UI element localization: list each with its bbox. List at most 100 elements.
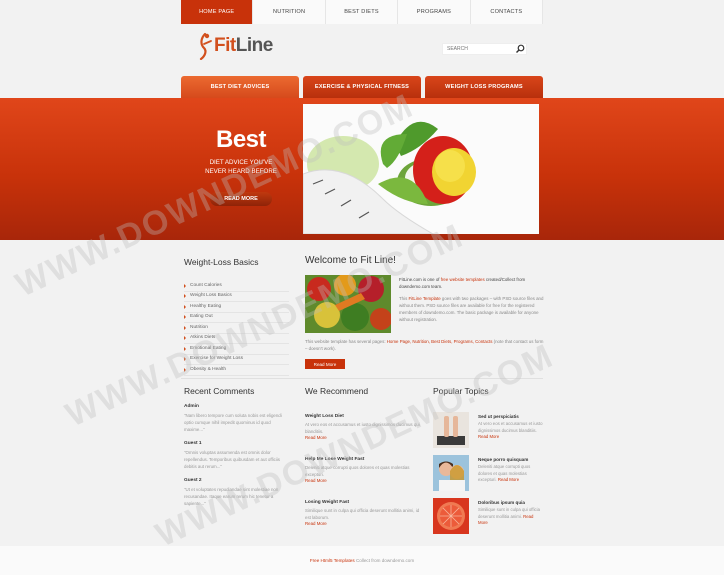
recommend-item: Weight Loss Diet At vero eos et accusamu… [305,414,420,457]
section-divider [181,378,543,379]
comment-entry: Guest 1 "Omnis voluptas assumenda est om… [184,441,284,470]
welcome-text: This website template has several pages: [305,339,387,344]
topic-info: Doloribus ipsum quia Similique sunt in c… [478,500,543,527]
recommend-heading[interactable]: Losing Weight Fast [305,500,420,505]
couple-thumbnail[interactable] [433,455,469,491]
tab-weight-loss-programs[interactable]: WEIGHT LOSS PROGRAMS [425,76,543,98]
list-item-label: Atkins Diets [190,335,216,340]
hero-line-2: NEVER HEARD BEFORE [205,168,277,175]
recommend-item: Losing Weight Fast Similique sunt in cul… [305,500,420,543]
footer-text: Collect from downdemo.com [354,558,415,563]
welcome-paragraph-1: FitLine.com is one of free website templ… [399,276,545,290]
hero-headline: Best [215,126,267,153]
hero-read-more-button[interactable]: READ MORE [210,192,272,206]
list-item[interactable]: Weight Loss Basics [184,292,289,302]
nav-best-diets[interactable]: BEST DIETS [326,0,399,24]
list-item[interactable]: Exercise for Weight Loss [184,355,289,365]
arrow-bullet-icon [184,357,186,362]
list-item-label: Exercise for Weight Loss [190,356,243,361]
scale-thumbnail[interactable] [433,412,469,448]
tab-best-diet-advices[interactable]: BEST DIET ADVICES [181,76,299,98]
comment-text: "Nam libero tempore cum soluta nobis est… [184,413,282,432]
we-recommend: We Recommend Weight Loss Diet At vero eo… [305,386,420,543]
vegetables-photo [305,275,391,333]
topic-read-more-link[interactable]: Read More [478,434,499,439]
hero-text: Best DIET ADVICE YOU'VE NEVER HEARD BEFO… [196,126,286,176]
vegetables-image [305,275,391,333]
recent-comments-title: Recent Comments [184,386,255,396]
topic-heading[interactable]: Neque porro quisquam [478,457,543,462]
hero-line-1: DIET ADVICE YOU'VE [209,159,273,166]
search-input[interactable] [443,44,511,54]
hero-image [303,104,539,234]
we-recommend-title: We Recommend [305,386,369,396]
welcome-read-more-button[interactable]: Read More [305,359,345,369]
fitline-template-link[interactable]: FitLine Template [409,296,441,301]
recommend-heading[interactable]: Help Me Lose Weight Fast [305,457,420,462]
arrow-bullet-icon [184,294,186,299]
arrow-bullet-icon [184,346,186,351]
welcome-text: This [399,296,409,301]
welcome-paragraph-3: This website template has several pages:… [305,338,545,352]
recommend-read-more-link[interactable]: Read More [305,478,420,483]
topic-item: Neque porro quisquam Deleniti atque corr… [433,455,543,498]
list-item-label: Count Calories [190,282,222,288]
topic-heading[interactable]: Doloribus ipsum quia [478,500,543,505]
comment-author: Guest 1 [184,441,202,446]
nav-nutrition[interactable]: NUTRITION [253,0,326,24]
logo-line: Line [235,35,274,56]
topic-heading[interactable]: Sed ut perspiciatis [478,414,543,419]
list-item[interactable]: Emotional Eating [184,344,289,355]
list-item[interactable]: Atkins Diets [184,334,289,344]
topic-read-more-link[interactable]: Read More [498,477,519,482]
top-nav: HOME PAGE NUTRITION BEST DIETS PROGRAMS … [181,0,544,24]
list-item-label: Eating Out [190,314,213,319]
recommend-heading[interactable]: Weight Loss Diet [305,414,420,419]
tab-exercise-fitness[interactable]: EXERCISE & PHYSICAL FITNESS [303,76,421,98]
arrow-bullet-icon [184,367,186,372]
couple-photo [433,455,469,491]
comment-text: "Ut et voluptates repudiandae sint moles… [184,487,279,506]
list-item[interactable]: Nutrition [184,323,289,334]
nav-programs[interactable]: PROGRAMS [398,0,471,24]
recommend-read-more-link[interactable]: Read More [305,521,420,526]
search-icon[interactable] [515,44,525,54]
weight-loss-title: Weight-Loss Basics [184,257,259,267]
topic-info: Sed ut perspiciatis At vero eos et accus… [478,414,543,441]
comment-author: Admin [184,404,199,409]
list-item[interactable]: Healthy Eating [184,302,289,313]
arrow-bullet-icon [184,283,186,288]
recommend-read-more-link[interactable]: Read More [305,435,420,440]
footer-templates-link[interactable]: Free Html5 Templates [310,558,355,563]
topic-text-block: At vero eos et accusamus et iusto dignis… [478,421,543,441]
logo-text: FitLine [214,35,273,57]
arrow-bullet-icon [184,315,186,320]
list-item-label: Nutrition [190,324,208,330]
arrow-bullet-icon [184,304,186,309]
welcome-paragraph-2: This FitLine Template goes with two pack… [399,295,545,323]
list-item-label: Weight Loss Basics [190,293,232,298]
nav-home-page[interactable]: HOME PAGE [181,0,254,24]
footer: Free Html5 Templates Collect from downde… [0,546,724,575]
grapefruit-thumbnail[interactable] [433,498,469,534]
site-logo[interactable]: FitLine [196,32,273,60]
list-item[interactable]: Count Calories [184,281,289,292]
popular-topics: Popular Topics Sed ut perspiciatis At ve… [433,386,543,541]
logo-fit: Fit [214,35,236,56]
welcome-title: Welcome to Fit Line! [305,255,396,266]
topic-text-block: Similique sunt in culpa qui officia dese… [478,507,543,527]
nav-contacts[interactable]: CONTACTS [471,0,544,24]
topic-text-block: Deleniti atque corrupti quos dolores et … [478,464,543,484]
list-item[interactable]: Obesity & Health [184,365,289,376]
free-templates-link[interactable]: free website templates [441,277,485,282]
scale-photo [433,412,469,448]
hero-photo-fruit-tape [303,104,539,234]
list-item-label: Emotional Eating [190,345,227,351]
recommend-text: Deleniti atque corrupti quos dolores et … [305,465,410,477]
popular-topics-title: Popular Topics [433,386,489,396]
comment-entry: Admin "Nam libero tempore cum soluta nob… [184,404,284,433]
list-item[interactable]: Eating Out [184,313,289,323]
pages-links[interactable]: Home Page, Nutrition, Best Diets, Progra… [387,339,493,344]
grapefruit-photo [433,498,469,534]
hero-tabs: BEST DIET ADVICES EXERCISE & PHYSICAL FI… [181,76,543,98]
